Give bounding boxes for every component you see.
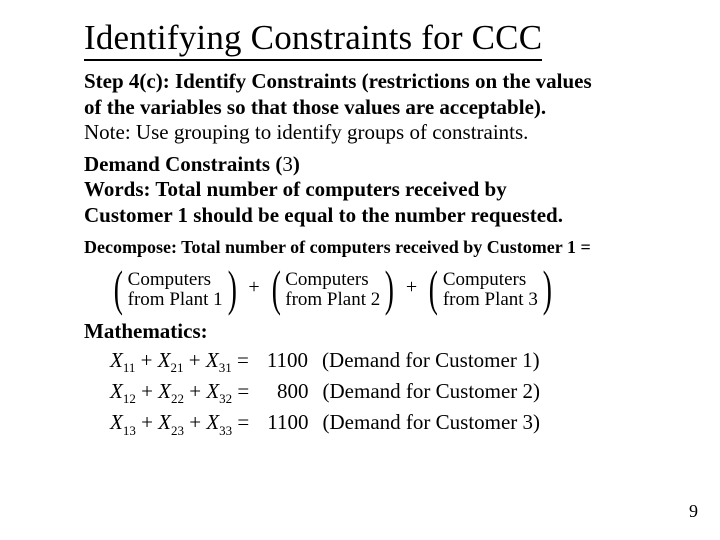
slide-title: Identifying Constraints for CCC xyxy=(84,18,542,61)
right-paren-icon: ) xyxy=(385,263,394,313)
term-1-l2: from Plant 1 xyxy=(128,290,223,310)
demand-paragraph: Demand Constraints (3) Words: Total numb… xyxy=(84,152,650,229)
equation-3: X13 + X23 + X33 = 1100(Demand for Custom… xyxy=(110,408,650,439)
right-paren-icon: ) xyxy=(543,263,552,313)
equation-1: X11 + X21 + X31 = 1100(Demand for Custom… xyxy=(110,346,650,377)
term-3: ( Computers from Plant 3 ) xyxy=(425,265,555,315)
eq2-label: (Demand for Customer 2) xyxy=(309,379,541,403)
left-paren-icon: ( xyxy=(114,263,123,313)
mathematics-label: Mathematics: xyxy=(84,319,650,344)
step-line-1b: of the variables so that those values ar… xyxy=(84,95,546,119)
term-3-l1: Computers xyxy=(443,270,538,290)
right-paren-icon: ) xyxy=(227,263,236,313)
demand-heading-a: Demand Constraints ( xyxy=(84,152,282,176)
eq3-rhs: 1100 xyxy=(255,408,309,437)
step-line-1a: Step 4(c): Identify Constraints (restric… xyxy=(84,69,592,93)
term-3-l2: from Plant 3 xyxy=(443,290,538,310)
demand-heading-b: ) xyxy=(293,152,300,176)
term-1: ( Computers from Plant 1 ) xyxy=(110,265,240,315)
plus-icon: + xyxy=(246,276,261,299)
term-2: ( Computers from Plant 2 ) xyxy=(268,265,398,315)
plus-icon: + xyxy=(404,276,419,299)
decompose-line: Decompose: Total number of computers rec… xyxy=(84,237,650,259)
term-2-l1: Computers xyxy=(285,270,380,290)
words-line-2: Customer 1 should be equal to the number… xyxy=(84,203,563,227)
term-1-l1: Computers xyxy=(128,270,223,290)
left-paren-icon: ( xyxy=(271,263,280,313)
eq1-rhs: 1100 xyxy=(254,346,308,375)
demand-count: 3 xyxy=(282,152,293,176)
eq1-label: (Demand for Customer 1) xyxy=(308,348,540,372)
note-line: Note: Use grouping to identify groups of… xyxy=(84,120,528,144)
decompose-expression: ( Computers from Plant 1 ) + ( Computers… xyxy=(84,265,650,315)
step-paragraph: Step 4(c): Identify Constraints (restric… xyxy=(84,69,650,146)
words-line-1: Words: Total number of computers receive… xyxy=(84,177,507,201)
equation-2: X12 + X22 + X32 = 800(Demand for Custome… xyxy=(110,377,650,408)
eq2-rhs: 800 xyxy=(255,377,309,406)
slide: Identifying Constraints for CCC Step 4(c… xyxy=(0,0,720,440)
eq3-label: (Demand for Customer 3) xyxy=(309,410,541,434)
equations: X11 + X21 + X31 = 1100(Demand for Custom… xyxy=(84,346,650,440)
term-2-l2: from Plant 2 xyxy=(285,290,380,310)
page-number: 9 xyxy=(689,501,698,522)
left-paren-icon: ( xyxy=(429,263,438,313)
